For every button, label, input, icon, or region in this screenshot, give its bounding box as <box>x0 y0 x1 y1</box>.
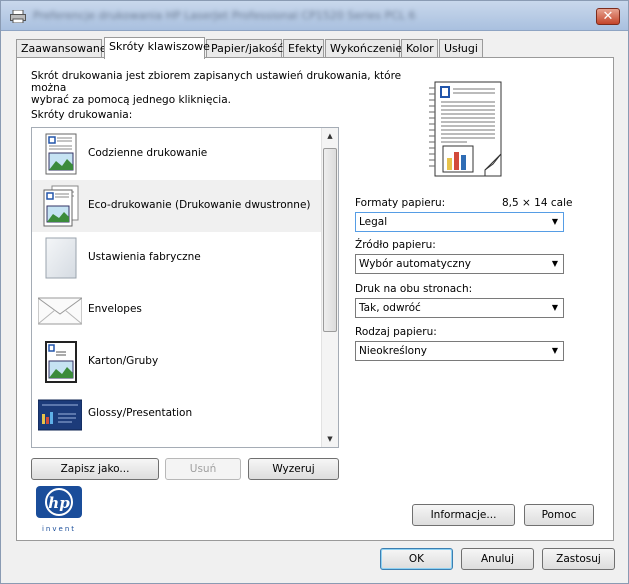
printing-preferences-dialog: Preferencje drukowania HP LaserJet Profe… <box>0 0 629 584</box>
logo-tagline: invent <box>42 525 76 533</box>
shortcuts-panel: Skrót drukowania jest zbiorem zapisanych… <box>16 57 614 541</box>
shortcut-item-everyday[interactable]: Codzienne drukowanie <box>32 128 321 180</box>
delete-button[interactable]: Usuń <box>165 458 241 480</box>
scroll-down-icon[interactable]: ▼ <box>322 431 338 447</box>
shortcut-label: Codzienne drukowanie <box>88 147 208 159</box>
help-button[interactable]: Pomoc <box>524 504 594 526</box>
printer-icon <box>10 10 26 23</box>
info-button[interactable]: Informacje... <box>412 504 515 526</box>
window-title: Preferencje drukowania HP LaserJet Profe… <box>33 9 416 22</box>
shortcut-label: Eco-drukowanie (Drukowanie dwustronne) <box>88 199 311 211</box>
paper-source-value: Wybór automatyczny <box>359 258 471 270</box>
shortcut-label: Ustawienia fabryczne <box>88 251 201 263</box>
paper-size-value: Legal <box>359 216 388 228</box>
reset-button[interactable]: Wyzeruj <box>248 458 339 480</box>
cancel-button[interactable]: Anuluj <box>461 548 534 570</box>
tab-advanced[interactable]: Zaawansowane <box>16 39 107 58</box>
shortcut-label: Glossy/Presentation <box>88 407 193 419</box>
shortcuts-list[interactable]: Codzienne drukowanie Eco-drukowanie (Dru… <box>31 127 339 448</box>
shortcuts-list-label: Skróty drukowania: <box>31 109 133 121</box>
document-preview-icon <box>429 81 502 177</box>
tab-shortcuts[interactable]: Skróty klawiszowe <box>104 37 210 59</box>
duplex-label: Druk na obu stronach: <box>355 283 473 295</box>
shortcut-item-factory[interactable]: Ustawienia fabryczne <box>32 232 321 284</box>
duplex-select[interactable]: Tak, odwróć ▼ <box>355 298 564 318</box>
shortcut-item-cardstock[interactable]: Karton/Gruby <box>32 336 321 388</box>
chevron-down-icon: ▼ <box>551 303 558 312</box>
save-as-button[interactable]: Zapisz jako... <box>31 458 159 480</box>
hp-logo: hp invent <box>36 486 82 533</box>
paper-type-select[interactable]: Nieokreślony ▼ <box>355 341 564 361</box>
presentation-icon <box>38 399 82 431</box>
description-line: wybrać za pomocą jednego kliknięcia. <box>31 94 231 106</box>
chevron-down-icon: ▼ <box>551 217 558 226</box>
ok-button[interactable]: OK <box>380 548 453 570</box>
chevron-down-icon: ▼ <box>551 259 558 268</box>
cardstock-icon <box>45 341 77 383</box>
shortcut-item-eco-duplex[interactable]: Eco-drukowanie (Drukowanie dwustronne) <box>32 180 321 232</box>
description-line: Skrót drukowania jest zbiorem zapisanych… <box>31 70 402 94</box>
shortcut-label: Karton/Gruby <box>88 355 159 367</box>
duplex-value: Tak, odwróć <box>359 302 421 314</box>
shortcut-label: Envelopes <box>88 303 142 315</box>
chevron-down-icon: ▼ <box>551 346 558 355</box>
paper-source-label: Źródło papieru: <box>355 239 436 251</box>
paper-sizes-label: Formaty papieru: <box>355 197 446 209</box>
tab-services[interactable]: Usługi <box>439 39 483 58</box>
shortcut-item-glossy[interactable]: Glossy/Presentation <box>32 388 321 440</box>
duplex-document-icon <box>43 185 79 227</box>
close-button[interactable]: ✕ <box>596 8 620 25</box>
title-bar[interactable]: Preferencje drukowania HP LaserJet Profe… <box>1 1 628 31</box>
apply-button[interactable]: Zastosuj <box>542 548 615 570</box>
paper-size-select[interactable]: Legal ▼ <box>355 212 564 232</box>
paper-size-dimensions: 8,5 × 14 cale <box>502 197 573 209</box>
paper-type-label: Rodzaj papieru: <box>355 326 437 338</box>
scroll-thumb[interactable] <box>323 148 337 332</box>
envelope-icon <box>38 297 82 325</box>
paper-type-value: Nieokreślony <box>359 345 427 357</box>
tab-effects[interactable]: Efekty <box>283 39 324 58</box>
tab-color[interactable]: Kolor <box>401 39 438 58</box>
description-text: Skrót drukowania jest zbiorem zapisanych… <box>31 70 411 106</box>
shortcut-item-envelopes[interactable]: Envelopes <box>32 284 321 336</box>
paper-source-select[interactable]: Wybór automatyczny ▼ <box>355 254 564 274</box>
blank-page-icon <box>45 237 77 279</box>
scroll-up-icon[interactable]: ▲ <box>322 128 338 144</box>
svg-text:hp: hp <box>48 494 70 512</box>
document-image-icon <box>45 133 77 175</box>
tab-finishing[interactable]: Wykończenie <box>325 39 402 58</box>
tab-paper-quality[interactable]: Papier/jakość <box>206 39 283 58</box>
list-scrollbar[interactable]: ▲ ▼ <box>321 128 338 447</box>
